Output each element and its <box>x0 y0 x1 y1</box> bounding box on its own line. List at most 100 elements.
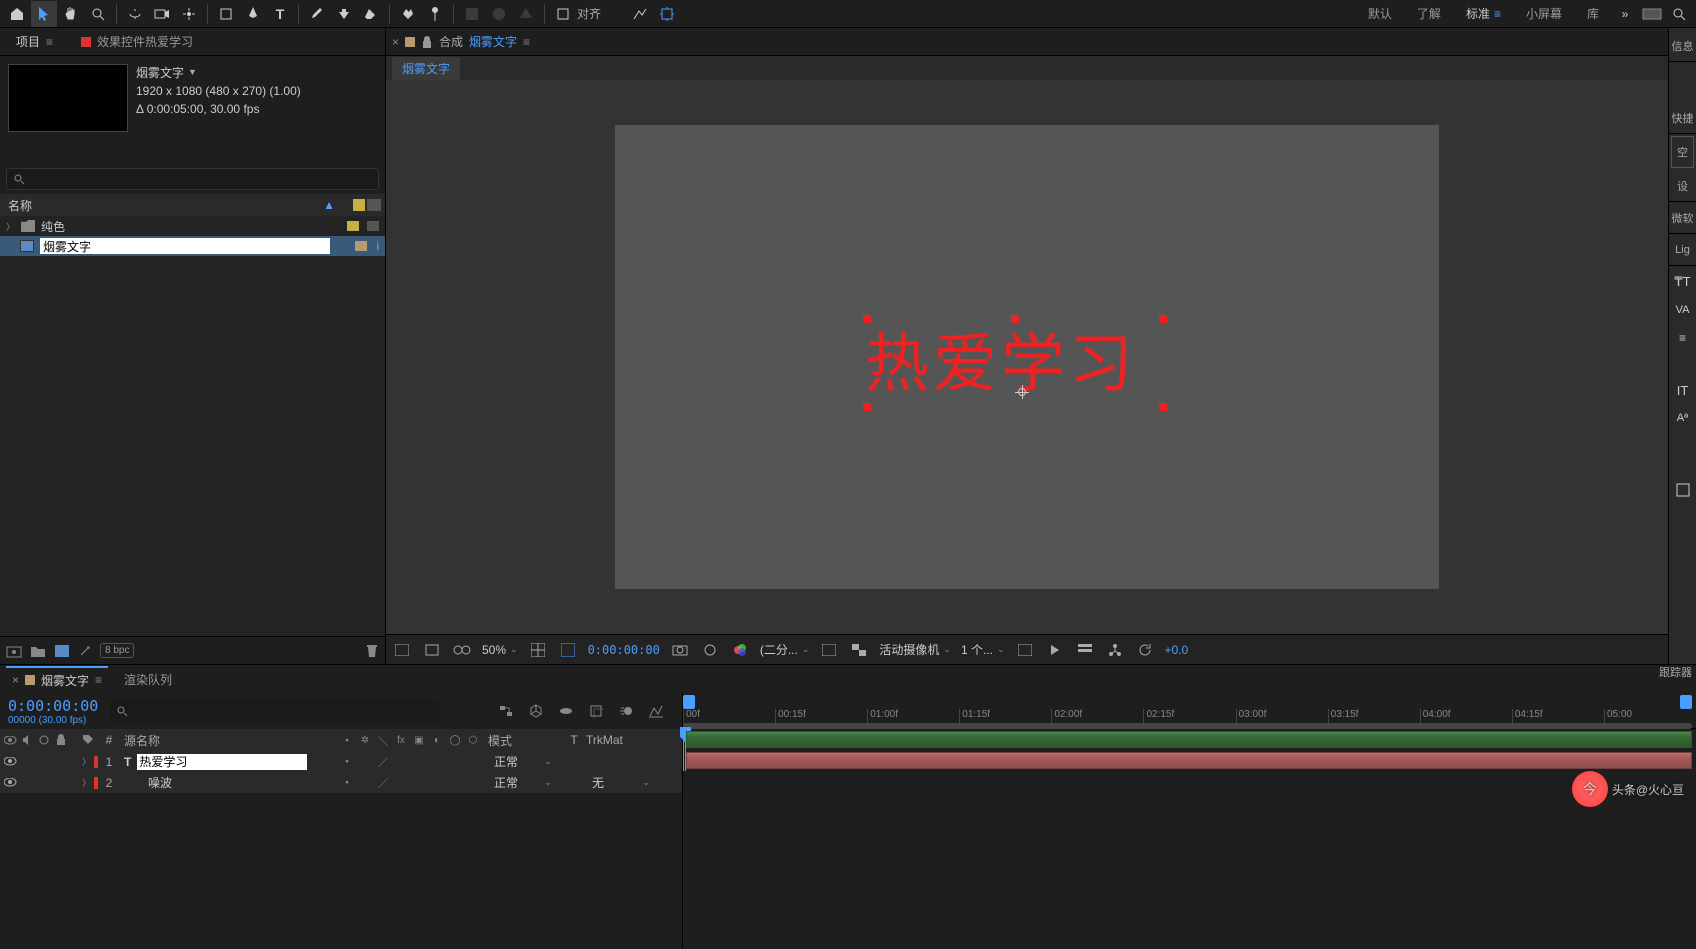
draft3d-icon[interactable] <box>422 640 442 660</box>
composition-viewer[interactable]: 热爱学习 <box>386 80 1668 634</box>
motion-blur-icon[interactable] <box>616 701 636 721</box>
camera-dropdown[interactable]: 活动摄像机⌄ <box>879 641 951 658</box>
snapping-icon[interactable] <box>627 1 653 27</box>
composition-canvas[interactable]: 热爱学习 <box>615 125 1439 589</box>
trkmat-dropdown[interactable]: 无⌄ <box>586 772 656 793</box>
mask-mode2-icon[interactable] <box>486 1 512 27</box>
brush-tool-icon[interactable] <box>304 1 330 27</box>
grid-icon[interactable] <box>528 640 548 660</box>
work-area-end-handle[interactable] <box>1680 695 1692 709</box>
interpret-footage-icon[interactable] <box>6 644 22 658</box>
eraser-tool-icon[interactable] <box>358 1 384 27</box>
transparency-grid-icon[interactable] <box>849 640 869 660</box>
lock-col-icon[interactable] <box>53 732 69 748</box>
workspace-small[interactable]: 小屏幕 <box>1514 1 1574 27</box>
visibility-toggle[interactable] <box>2 775 18 791</box>
new-comp-icon[interactable] <box>54 644 70 658</box>
pen-tool-icon[interactable] <box>240 1 266 27</box>
draft3d-toggle-icon[interactable] <box>526 701 546 721</box>
always-preview-icon[interactable] <box>392 640 412 660</box>
zoom-dropdown[interactable]: 50%⌄ <box>482 643 518 657</box>
timeline-search[interactable] <box>110 700 440 722</box>
flowchart-icon[interactable] <box>1105 640 1125 660</box>
snap-icon[interactable] <box>550 1 576 27</box>
space-panel-tab[interactable]: 空 <box>1671 136 1694 168</box>
trash-icon[interactable] <box>365 643 379 659</box>
hand-tool-icon[interactable] <box>58 1 84 27</box>
fast-previews-icon[interactable] <box>1045 640 1065 660</box>
puppet-pin-tool-icon[interactable] <box>422 1 448 27</box>
more-workspaces-icon[interactable]: » <box>1612 1 1638 27</box>
bit-depth-button[interactable]: 8 bpc <box>100 643 134 658</box>
orbit-tool-icon[interactable] <box>122 1 148 27</box>
comp-panel-name[interactable]: 烟雾文字 <box>469 33 517 50</box>
label-column-icon[interactable] <box>353 199 365 211</box>
trkmat-col[interactable]: TrkMat <box>586 733 646 747</box>
vertical-text-icon[interactable]: IT <box>1671 378 1695 402</box>
workspace-standard[interactable]: 标准≡ <box>1454 1 1513 27</box>
text-layer-preview[interactable]: 热爱学习 <box>865 313 1137 405</box>
effect-controls-tab[interactable]: 效果控件热爱学习 <box>81 33 193 50</box>
timeline-current-time[interactable]: 0:00:00:00 <box>8 697 98 715</box>
timeline-layer-row[interactable]: 〉 2 噪波 ⬩／ 正常⌄ 无⌄ <box>0 772 682 793</box>
workspace-learn[interactable]: 了解 <box>1405 1 1453 27</box>
roi-icon[interactable] <box>819 640 839 660</box>
timeline-track-area[interactable]: 跟踪器 00f 00:15f 01:00f 01:15f 02:00f 02:1… <box>683 693 1696 949</box>
camera-tool-icon[interactable] <box>149 1 175 27</box>
color-mgmt-icon[interactable] <box>730 640 750 660</box>
project-item-rename-input[interactable] <box>40 238 330 254</box>
rectangle-tool-icon[interactable] <box>213 1 239 27</box>
label-col-icon[interactable] <box>82 734 94 746</box>
snapping2-icon[interactable] <box>654 1 680 27</box>
clone-stamp-tool-icon[interactable] <box>331 1 357 27</box>
close-comp-tab-icon[interactable]: × <box>392 35 399 49</box>
graph-editor-icon[interactable] <box>646 701 666 721</box>
quick-panel-tab[interactable]: 快捷 <box>1669 102 1696 134</box>
project-settings-icon[interactable] <box>78 644 92 658</box>
show-channel-icon[interactable] <box>700 640 720 660</box>
blend-mode-dropdown[interactable]: 正常⌄ <box>488 751 558 772</box>
close-timeline-tab-icon[interactable]: × <box>12 673 19 687</box>
solo-col-icon[interactable] <box>36 732 52 748</box>
layer-bar[interactable] <box>686 752 1692 769</box>
layer-name-input[interactable] <box>137 754 307 770</box>
search-app-icon[interactable] <box>1666 1 1692 27</box>
tools-icon[interactable] <box>1639 1 1665 27</box>
index-col[interactable]: # <box>98 733 120 747</box>
hide-shy-icon[interactable] <box>556 701 576 721</box>
char-panel-icon[interactable]: ₸T <box>1671 270 1695 294</box>
font-panel-tab[interactable]: 微软 <box>1669 202 1696 234</box>
new-folder-icon[interactable] <box>30 645 46 657</box>
type-tool-icon[interactable]: T <box>267 1 293 27</box>
pixel-aspect-icon[interactable] <box>1015 640 1035 660</box>
current-timecode[interactable]: 0:00:00:00 <box>588 643 660 657</box>
para-panel-icon[interactable]: ≡ <box>1671 326 1695 350</box>
workspace-library[interactable]: 库 <box>1575 1 1611 27</box>
blend-mode-dropdown[interactable]: 正常⌄ <box>488 772 558 793</box>
zoom-tool-icon[interactable] <box>85 1 111 27</box>
exposure-value[interactable]: +0.0 <box>1165 643 1189 657</box>
comp-mini-flowchart-icon[interactable] <box>496 701 516 721</box>
mode-col[interactable]: 模式 <box>482 732 562 749</box>
reset-exposure-icon[interactable] <box>1135 640 1155 660</box>
info-panel-tab[interactable]: 信息 <box>1669 30 1696 62</box>
lock-icon[interactable] <box>421 35 433 49</box>
work-area-start-handle[interactable] <box>683 695 695 709</box>
project-search-input[interactable] <box>31 172 372 186</box>
timeline-tab-comp[interactable]: × 烟雾文字 ≡ <box>6 666 108 693</box>
timeline-ruler[interactable]: 00f 00:15f 01:00f 01:15f 02:00f 02:15f 0… <box>683 693 1696 729</box>
timeline-icon[interactable] <box>1075 640 1095 660</box>
project-tab[interactable]: 项目 ≡ <box>8 29 61 54</box>
frame-blend-icon[interactable] <box>586 701 606 721</box>
mask-toggle-icon[interactable] <box>558 640 578 660</box>
home-icon[interactable] <box>4 1 30 27</box>
kerning-icon[interactable]: VA <box>1671 298 1695 322</box>
design-panel-tab[interactable]: 设 <box>1669 170 1696 202</box>
anchor-point-icon[interactable] <box>1015 385 1029 399</box>
workspace-default[interactable]: 默认 <box>1356 1 1404 27</box>
source-name-col[interactable]: 源名称 <box>120 732 338 749</box>
ligature-tab[interactable]: Lig <box>1669 234 1696 266</box>
shape-panel-icon[interactable] <box>1671 478 1695 502</box>
breadcrumb-item[interactable]: 烟雾文字 <box>392 57 460 80</box>
mask-mode3-icon[interactable] <box>513 1 539 27</box>
